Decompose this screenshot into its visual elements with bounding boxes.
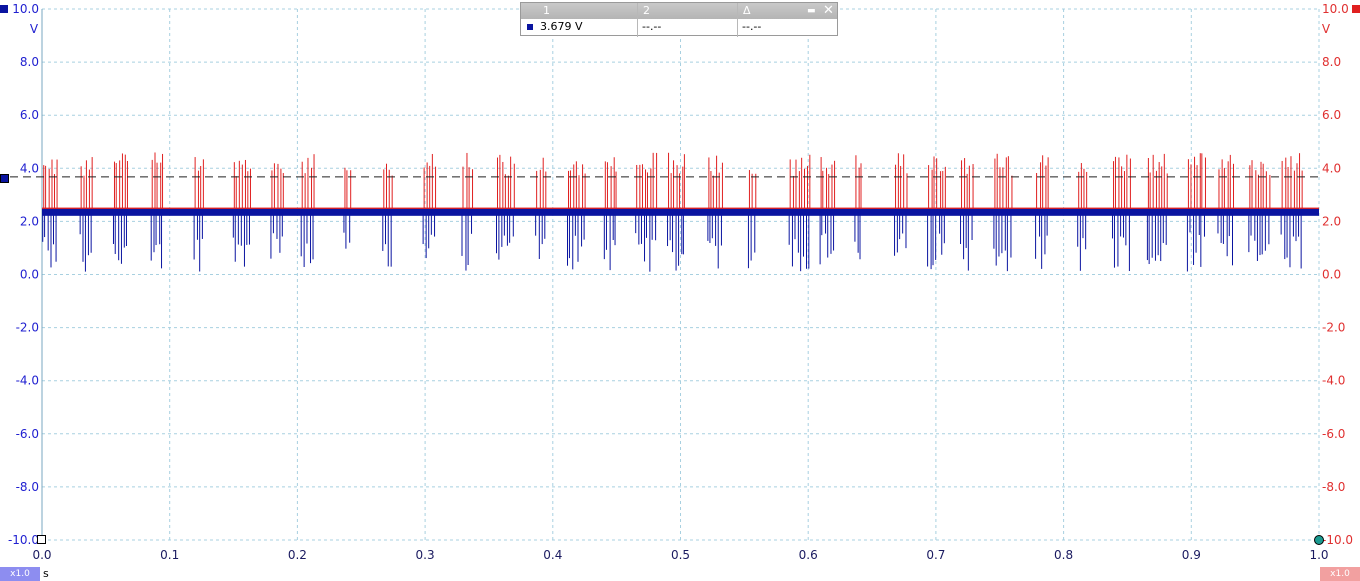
right-tick-label: -4.0 — [1322, 374, 1345, 388]
x-tick-label: 0.3 — [416, 548, 435, 562]
left-tick-label: -6.0 — [16, 427, 39, 441]
oscilloscope-view: 10.08.06.04.02.00.0-2.0-4.0-6.0-8.0-10.0… — [8, 2, 1353, 562]
right-tick-label: -10.0 — [1322, 533, 1353, 547]
left-tick-label: 10.0 — [12, 2, 39, 16]
ruler-value-delta: --.-- — [742, 20, 762, 33]
ruler-col-2: 2 — [643, 4, 650, 17]
right-tick-label: 10.0 — [1322, 2, 1349, 16]
close-icon[interactable]: ✕ — [823, 3, 834, 19]
time-ruler-end-handle[interactable] — [1314, 535, 1324, 545]
ruler-col-delta: Δ — [743, 4, 751, 17]
x-tick-label: 0.9 — [1182, 548, 1201, 562]
ruler-panel-header: 1 2 Δ ▬ ✕ — [521, 3, 837, 19]
left-tick-label: -4.0 — [16, 374, 39, 388]
x-axis-unit: s — [43, 567, 49, 580]
right-tick-label: 4.0 — [1322, 161, 1341, 175]
right-tick-label: -8.0 — [1322, 480, 1345, 494]
right-axis-unit: V — [1322, 22, 1331, 36]
x-tick-label: 0.6 — [799, 548, 818, 562]
left-tick-label: -10.0 — [8, 533, 39, 547]
x-tick-label: 0.1 — [160, 548, 179, 562]
grid — [41, 8, 1320, 541]
channel-a-swatch — [527, 24, 533, 30]
x-tick-label: 0.0 — [32, 548, 51, 562]
left-tick-label: -2.0 — [16, 321, 39, 335]
time-ruler-start-handle[interactable] — [37, 535, 46, 544]
minimize-icon[interactable]: ▬ — [807, 3, 816, 19]
channel-a-axis-marker[interactable] — [0, 5, 8, 13]
left-tick-label: 6.0 — [20, 108, 39, 122]
right-tick-label: 0.0 — [1322, 268, 1341, 282]
x-tick-label: 0.7 — [926, 548, 945, 562]
ruler-value-1: 3.679 V — [540, 20, 583, 33]
ruler-readout-panel[interactable]: 1 2 Δ ▬ ✕ 3.679 V --.-- --.-- — [520, 2, 838, 37]
left-tick-label: 0.0 — [20, 268, 39, 282]
channel-b-zoom-badge[interactable]: x1.0 — [1320, 567, 1360, 581]
channel-b-axis-marker[interactable] — [1352, 5, 1360, 13]
ruler-col-1: 1 — [543, 4, 550, 17]
right-tick-label: 6.0 — [1322, 108, 1341, 122]
left-tick-label: -8.0 — [16, 480, 39, 494]
ruler-value-2: --.-- — [642, 20, 662, 33]
left-axis-ticks: 10.0 8.0 6.0 4.0 2.0 0.0 -2.0 -4.0 -6.0 -8.0 -10.0 — [8, 2, 39, 547]
x-tick-label: 0.5 — [671, 548, 690, 562]
x-axis-ticks: 0.0 0.1 0.2 0.3 0.4 0.5 0.6 0.7 0.8 0.9 1.0 — [32, 548, 1328, 562]
left-tick-label: 8.0 — [20, 55, 39, 69]
ruler-values-row: 3.679 V --.-- --.-- — [521, 19, 837, 35]
right-tick-label: 8.0 — [1322, 55, 1341, 69]
x-tick-label: 0.4 — [543, 548, 562, 562]
x-tick-label: 1.0 — [1309, 548, 1328, 562]
left-tick-label: 4.0 — [20, 161, 39, 175]
channel-a-zoom-badge[interactable]: x1.0 — [0, 567, 40, 581]
ruler-handle[interactable] — [0, 174, 9, 183]
right-tick-label: 2.0 — [1322, 214, 1341, 228]
x-tick-label: 0.2 — [288, 548, 307, 562]
right-tick-label: -2.0 — [1322, 321, 1345, 335]
right-tick-label: -6.0 — [1322, 427, 1345, 441]
right-axis-ticks: 10.0 8.0 6.0 4.0 2.0 0.0 -2.0 -4.0 -6.0 -8.0 -10.0 — [1322, 2, 1353, 547]
left-tick-label: 2.0 — [20, 214, 39, 228]
x-tick-label: 0.8 — [1054, 548, 1073, 562]
left-axis-unit: V — [30, 22, 39, 36]
